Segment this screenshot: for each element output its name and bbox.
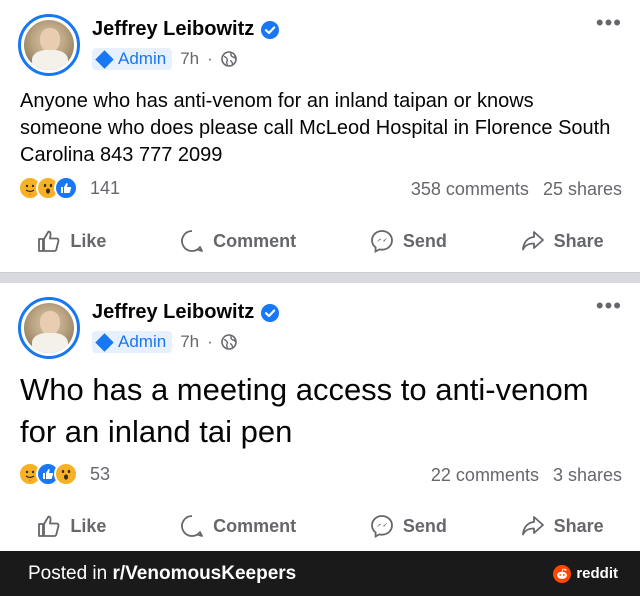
reddit-logo-icon	[553, 564, 572, 583]
thumbs-up-icon	[38, 230, 60, 252]
comment-icon	[181, 230, 204, 252]
author-name-text[interactable]: Jeffrey Leibowitz	[92, 18, 254, 41]
comment-button[interactable]: Comment	[179, 513, 296, 539]
comment-icon	[181, 515, 204, 537]
posted-in-caption: Posted in r/VenomousKeepers	[28, 563, 296, 585]
more-options-icon[interactable]: •••	[596, 12, 622, 34]
reaction-summary[interactable]: 141	[18, 176, 120, 200]
shares-count[interactable]: 25 shares	[543, 179, 622, 200]
comment-label: Comment	[213, 515, 297, 536]
comments-count[interactable]: 358 comments	[411, 179, 529, 200]
more-options-icon[interactable]: •••	[596, 295, 622, 317]
action-bar: Like Comment Send Share	[0, 513, 640, 539]
post-meta: Admin 7h ·	[92, 331, 237, 353]
posted-in-prefix: Posted in	[28, 562, 113, 584]
author-name[interactable]: Jeffrey Leibowitz	[92, 301, 280, 324]
role-label: Admin	[118, 332, 167, 351]
send-label: Send	[402, 515, 447, 536]
like-button[interactable]: Like	[36, 228, 106, 254]
post-separator	[0, 272, 640, 283]
subreddit-name[interactable]: r/VenomousKeepers	[113, 563, 297, 584]
diamond-icon	[95, 332, 114, 352]
wow-reaction-icon	[54, 462, 78, 486]
share-label: Share	[553, 230, 604, 251]
post-text: Anyone who has anti-venom for an inland …	[20, 90, 611, 166]
diamond-icon	[95, 49, 114, 69]
post-text: Who has a meeting access to anti-venom f…	[20, 372, 589, 449]
send-label: Send	[402, 230, 447, 251]
globe-icon	[220, 51, 237, 67]
reaction-count[interactable]: 141	[90, 178, 120, 199]
avatar[interactable]	[18, 14, 80, 76]
comments-count[interactable]: 22 comments	[431, 465, 539, 486]
verified-badge-icon	[261, 303, 280, 322]
author-name-text[interactable]: Jeffrey Leibowitz	[92, 301, 254, 324]
share-button[interactable]: Share	[520, 513, 604, 539]
post-meta: Admin 7h ·	[92, 48, 237, 70]
reddit-brand: reddit	[553, 564, 618, 583]
action-bar: Like Comment Send Share	[0, 228, 640, 254]
shares-count[interactable]: 3 shares	[553, 465, 622, 486]
like-reaction-icon	[54, 176, 78, 200]
verified-badge-icon	[261, 20, 280, 39]
dot-separator: ·	[207, 49, 213, 68]
like-label: Like	[70, 515, 107, 536]
share-icon	[521, 516, 544, 536]
admin-badge: Admin	[92, 331, 173, 353]
post-stats: 22 comments 3 shares	[431, 465, 622, 486]
messenger-icon	[370, 230, 393, 254]
like-label: Like	[70, 230, 107, 251]
messenger-icon	[370, 515, 393, 539]
comment-button[interactable]: Comment	[179, 228, 296, 254]
globe-icon	[220, 334, 237, 350]
share-button[interactable]: Share	[520, 228, 604, 254]
send-button[interactable]: Send	[369, 513, 447, 539]
post-time[interactable]: 7h	[180, 332, 199, 352]
share-label: Share	[553, 515, 604, 536]
like-button[interactable]: Like	[36, 513, 106, 539]
author-name[interactable]: Jeffrey Leibowitz	[92, 18, 280, 41]
post-stats: 358 comments 25 shares	[411, 179, 622, 200]
thumbs-up-icon	[38, 515, 60, 537]
comment-label: Comment	[213, 230, 297, 251]
reaction-summary[interactable]: 53	[18, 462, 110, 486]
post-card: Jeffrey Leibowitz Admin 7h · ••• Who has…	[0, 283, 640, 551]
reddit-footer: Posted in r/VenomousKeepers reddit	[0, 551, 640, 596]
share-icon	[521, 231, 544, 251]
role-label: Admin	[118, 49, 167, 68]
reaction-count[interactable]: 53	[90, 464, 110, 485]
dot-separator: ·	[207, 332, 213, 351]
post-time[interactable]: 7h	[180, 49, 199, 69]
avatar[interactable]	[18, 297, 80, 359]
reddit-wordmark: reddit	[576, 565, 618, 582]
admin-badge: Admin	[92, 48, 173, 70]
post-card: Jeffrey Leibowitz Admin 7h · ••• Anyone …	[0, 0, 640, 272]
send-button[interactable]: Send	[369, 228, 447, 254]
